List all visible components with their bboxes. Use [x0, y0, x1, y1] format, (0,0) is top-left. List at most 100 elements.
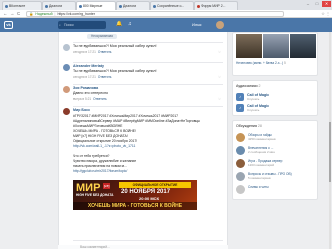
minimize-button[interactable]: – — [304, 1, 312, 7]
divider — [73, 42, 223, 43]
close-window-button[interactable]: ✕ — [322, 1, 331, 7]
banner-subtitle: HIGH FIVE БЕЗ ДОНАТА — [76, 193, 114, 197]
comment-text: Ты не вурбиваешся?! Моя реальный сабер к… — [73, 69, 157, 73]
divider — [73, 106, 223, 107]
browser-tab-3[interactable]: 800 Мирные — [76, 1, 116, 10]
browser-menu-icons[interactable]: ☆ ⋮ — [321, 11, 330, 17]
page-scrollbar[interactable] — [329, 32, 331, 249]
user-name[interactable]: Илья — [192, 22, 201, 27]
browser-tab-2[interactable]: Диалоги — [42, 1, 76, 10]
reply-link[interactable]: Ответить — [98, 75, 112, 79]
lock-icon: 🔒 — [29, 12, 34, 16]
forward-button[interactable]: → — [10, 11, 14, 17]
maximize-button[interactable]: □ — [313, 1, 321, 7]
post-link[interactable]: http://ggclub.ru/mir2017/forum/topic/ — [73, 169, 223, 174]
wall-feed: Нескрываемая Ты не вурбиваешся?! Моя реа… — [58, 32, 228, 249]
photo-caption: Нечеловек (мини. + батва 2-х...) 5 — [236, 61, 286, 65]
avatar[interactable] — [63, 64, 70, 71]
photo-thumb[interactable] — [236, 34, 262, 58]
back-button[interactable]: ← — [3, 11, 7, 17]
divider — [73, 62, 223, 63]
post-link[interactable]: http://vk.com/wall-1_-1?z=photo_vk_1711 — [73, 144, 223, 149]
discussion-item[interactable]: Игра - Продажа сервер 1203 комментарий — [236, 159, 316, 171]
comment-item: Зоя Романова Давно это интересно вчера в… — [63, 86, 223, 104]
scrollbar-thumb[interactable] — [329, 122, 331, 182]
post-author[interactable]: Мир Босс — [73, 108, 90, 112]
avatar[interactable] — [63, 108, 70, 115]
avatar — [236, 133, 245, 142]
avatar — [236, 159, 245, 168]
reload-button[interactable]: C — [17, 11, 20, 17]
banner-time: 20:00 МСК — [139, 196, 160, 201]
url-separator: | — [54, 12, 56, 16]
comment-meta: вчера в 5:21 Ответить — [73, 97, 107, 101]
audio-item[interactable]: ♪ Call of Magic Слушать — [236, 104, 316, 113]
comment-meta: сегодня в 17:21 Ответить — [73, 75, 112, 79]
photos-card: Нечеловек (мини. + батва 2-х...) 5 — [232, 32, 318, 76]
audio-heading: Аудиозаписи2 — [236, 84, 261, 88]
vk-logo-icon[interactable]: vk — [4, 21, 13, 29]
discussions-card: Обсуждения28 Обзоры и гайды 4250 коммент… — [232, 120, 318, 200]
tab-label: Сохранённые о... — [157, 4, 185, 8]
comment-text: Ты не вурбиваешся?! Моя реальный сабер к… — [73, 44, 157, 48]
discussion-item[interactable]: Впечатления о ... 2 сообщения 2 мин — [236, 146, 316, 158]
photo-thumb[interactable] — [263, 34, 289, 58]
tab-label: Диалоги — [49, 4, 63, 8]
discussion-item[interactable]: Обзоры и гайды 4250 комментариев — [236, 133, 316, 145]
tab-label: Диалоги — [123, 4, 137, 8]
divider — [73, 240, 223, 241]
add-comment-field[interactable]: Ваш комментарий... — [58, 245, 228, 249]
play-icon[interactable]: ♪ — [236, 104, 244, 112]
reply-link[interactable]: Ответить — [98, 50, 112, 54]
avatar — [236, 185, 245, 194]
divider — [73, 84, 223, 85]
status-badge: Нескрываемая — [87, 34, 118, 39]
comment-item: Alexander Merlaty Ты не вурбиваешся?! Мо… — [63, 64, 223, 82]
right-column: Нечеловек (мини. + батва 2-х...) 5 Аудио… — [232, 32, 318, 249]
notifications-bell-icon[interactable]: 🔔 — [116, 21, 122, 27]
discussions-heading: Обсуждения28 — [236, 124, 262, 128]
user-avatar[interactable] — [216, 21, 224, 29]
tab-label: 800 Мирные — [83, 4, 103, 8]
audio-card: Аудиозаписи2 ♪ Call of Magic Слушать ♪ C… — [232, 80, 318, 116]
vk-favicon-icon — [79, 4, 82, 8]
discussion-item[interactable]: Сливы и читы — [236, 185, 316, 197]
vk-favicon-icon — [119, 4, 122, 8]
photo-strip — [236, 34, 316, 58]
comment-meta: сегодня в 17:21 Ответить — [73, 50, 112, 54]
avatar — [236, 172, 245, 181]
comment-author[interactable]: Alexander Merlaty — [73, 64, 104, 68]
url-field[interactable]: 🔒 Надежный | https://vk.com/rg_hunter — [26, 11, 284, 17]
like-heart-icon[interactable]: ♡ — [218, 97, 221, 101]
browser-tab-1[interactable]: ВКонтакте — [2, 1, 42, 10]
banner-date: 20 НОЯБРЯ 2017 — [121, 189, 171, 195]
play-icon[interactable]: ♪ — [236, 93, 244, 101]
banner-slogan: ХОЧЕШЬ МИРА - ГОТОВЬСЯ К ВОЙНЕ — [73, 202, 197, 210]
browser-tab-5[interactable]: Сохранённые о... — [150, 1, 194, 10]
address-bar-row: ← → C 🔒 Надежный | https://vk.com/rg_hunter… — [0, 10, 332, 18]
vk-favicon-icon — [45, 4, 48, 8]
avatar[interactable] — [63, 44, 70, 51]
browser-tab-bar: ВКонтакте Диалоги 800 Мирные Диалоги Сох… — [0, 0, 332, 10]
like-heart-icon[interactable]: ♡ — [218, 75, 221, 79]
promo-banner-image[interactable]: МИР [x7] HIGH FIVE БЕЗ ДОНАТА ОФИЦИАЛЬНО… — [73, 180, 197, 210]
browser-tab-6[interactable]: Форум МИР 2... — [194, 1, 238, 10]
audio-item[interactable]: ♪ Call of Magic Слушать — [236, 93, 316, 102]
avatar — [236, 146, 245, 155]
banner-rate: [x7] — [103, 183, 111, 189]
vk-favicon-icon — [5, 4, 8, 8]
avatar[interactable] — [63, 86, 70, 93]
forum-favicon-icon — [197, 4, 200, 8]
photo-thumb[interactable] — [290, 34, 316, 58]
music-icon[interactable]: ♫ — [128, 21, 132, 27]
comment-author[interactable]: Зоя Романова — [73, 86, 98, 90]
browser-tab-4[interactable]: Диалоги — [116, 1, 150, 10]
vk-search-input[interactable]: ⌕ Поиск — [58, 21, 106, 29]
discussion-item[interactable]: Вопросы и отзывы - ПРО ОВ) 5 комментарие… — [236, 172, 316, 184]
vk-favicon-icon — [153, 4, 156, 8]
search-icon: ⌕ — [59, 23, 61, 27]
tab-label: ВКонтакте — [9, 4, 26, 8]
vk-header: vk ⌕ Поиск 🔔 ♫ Илья — [0, 18, 332, 32]
reply-link[interactable]: Ответить — [93, 97, 107, 101]
like-heart-icon[interactable]: ♡ — [218, 50, 221, 54]
